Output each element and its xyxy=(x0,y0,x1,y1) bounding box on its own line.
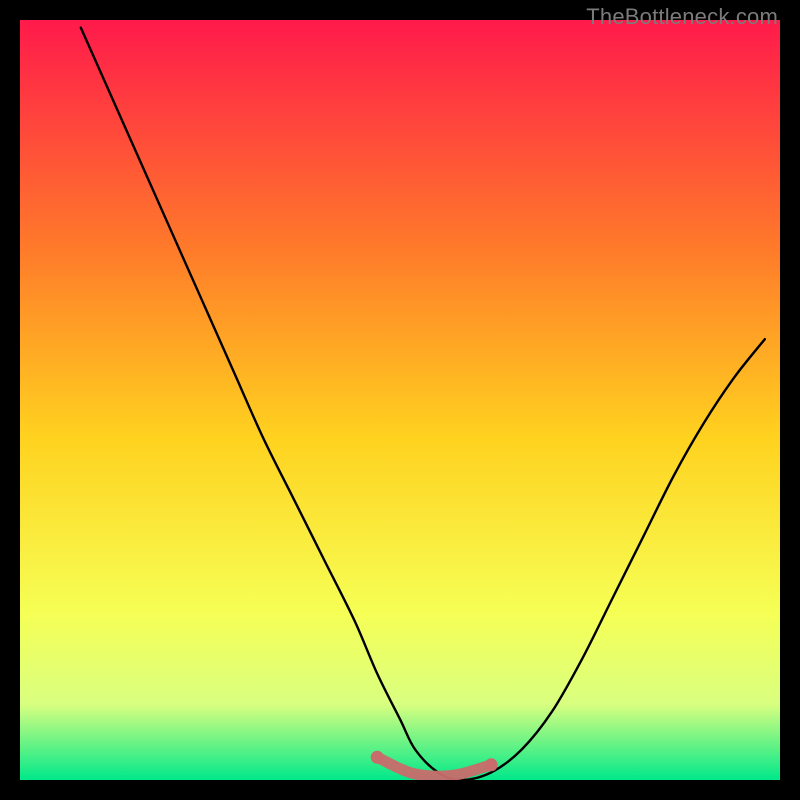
bottleneck-chart xyxy=(20,20,780,780)
highlight-endpoint-right xyxy=(485,758,498,771)
gradient-background xyxy=(20,20,780,780)
highlight-endpoint-left xyxy=(371,751,384,764)
watermark-text: TheBottleneck.com xyxy=(586,4,778,30)
